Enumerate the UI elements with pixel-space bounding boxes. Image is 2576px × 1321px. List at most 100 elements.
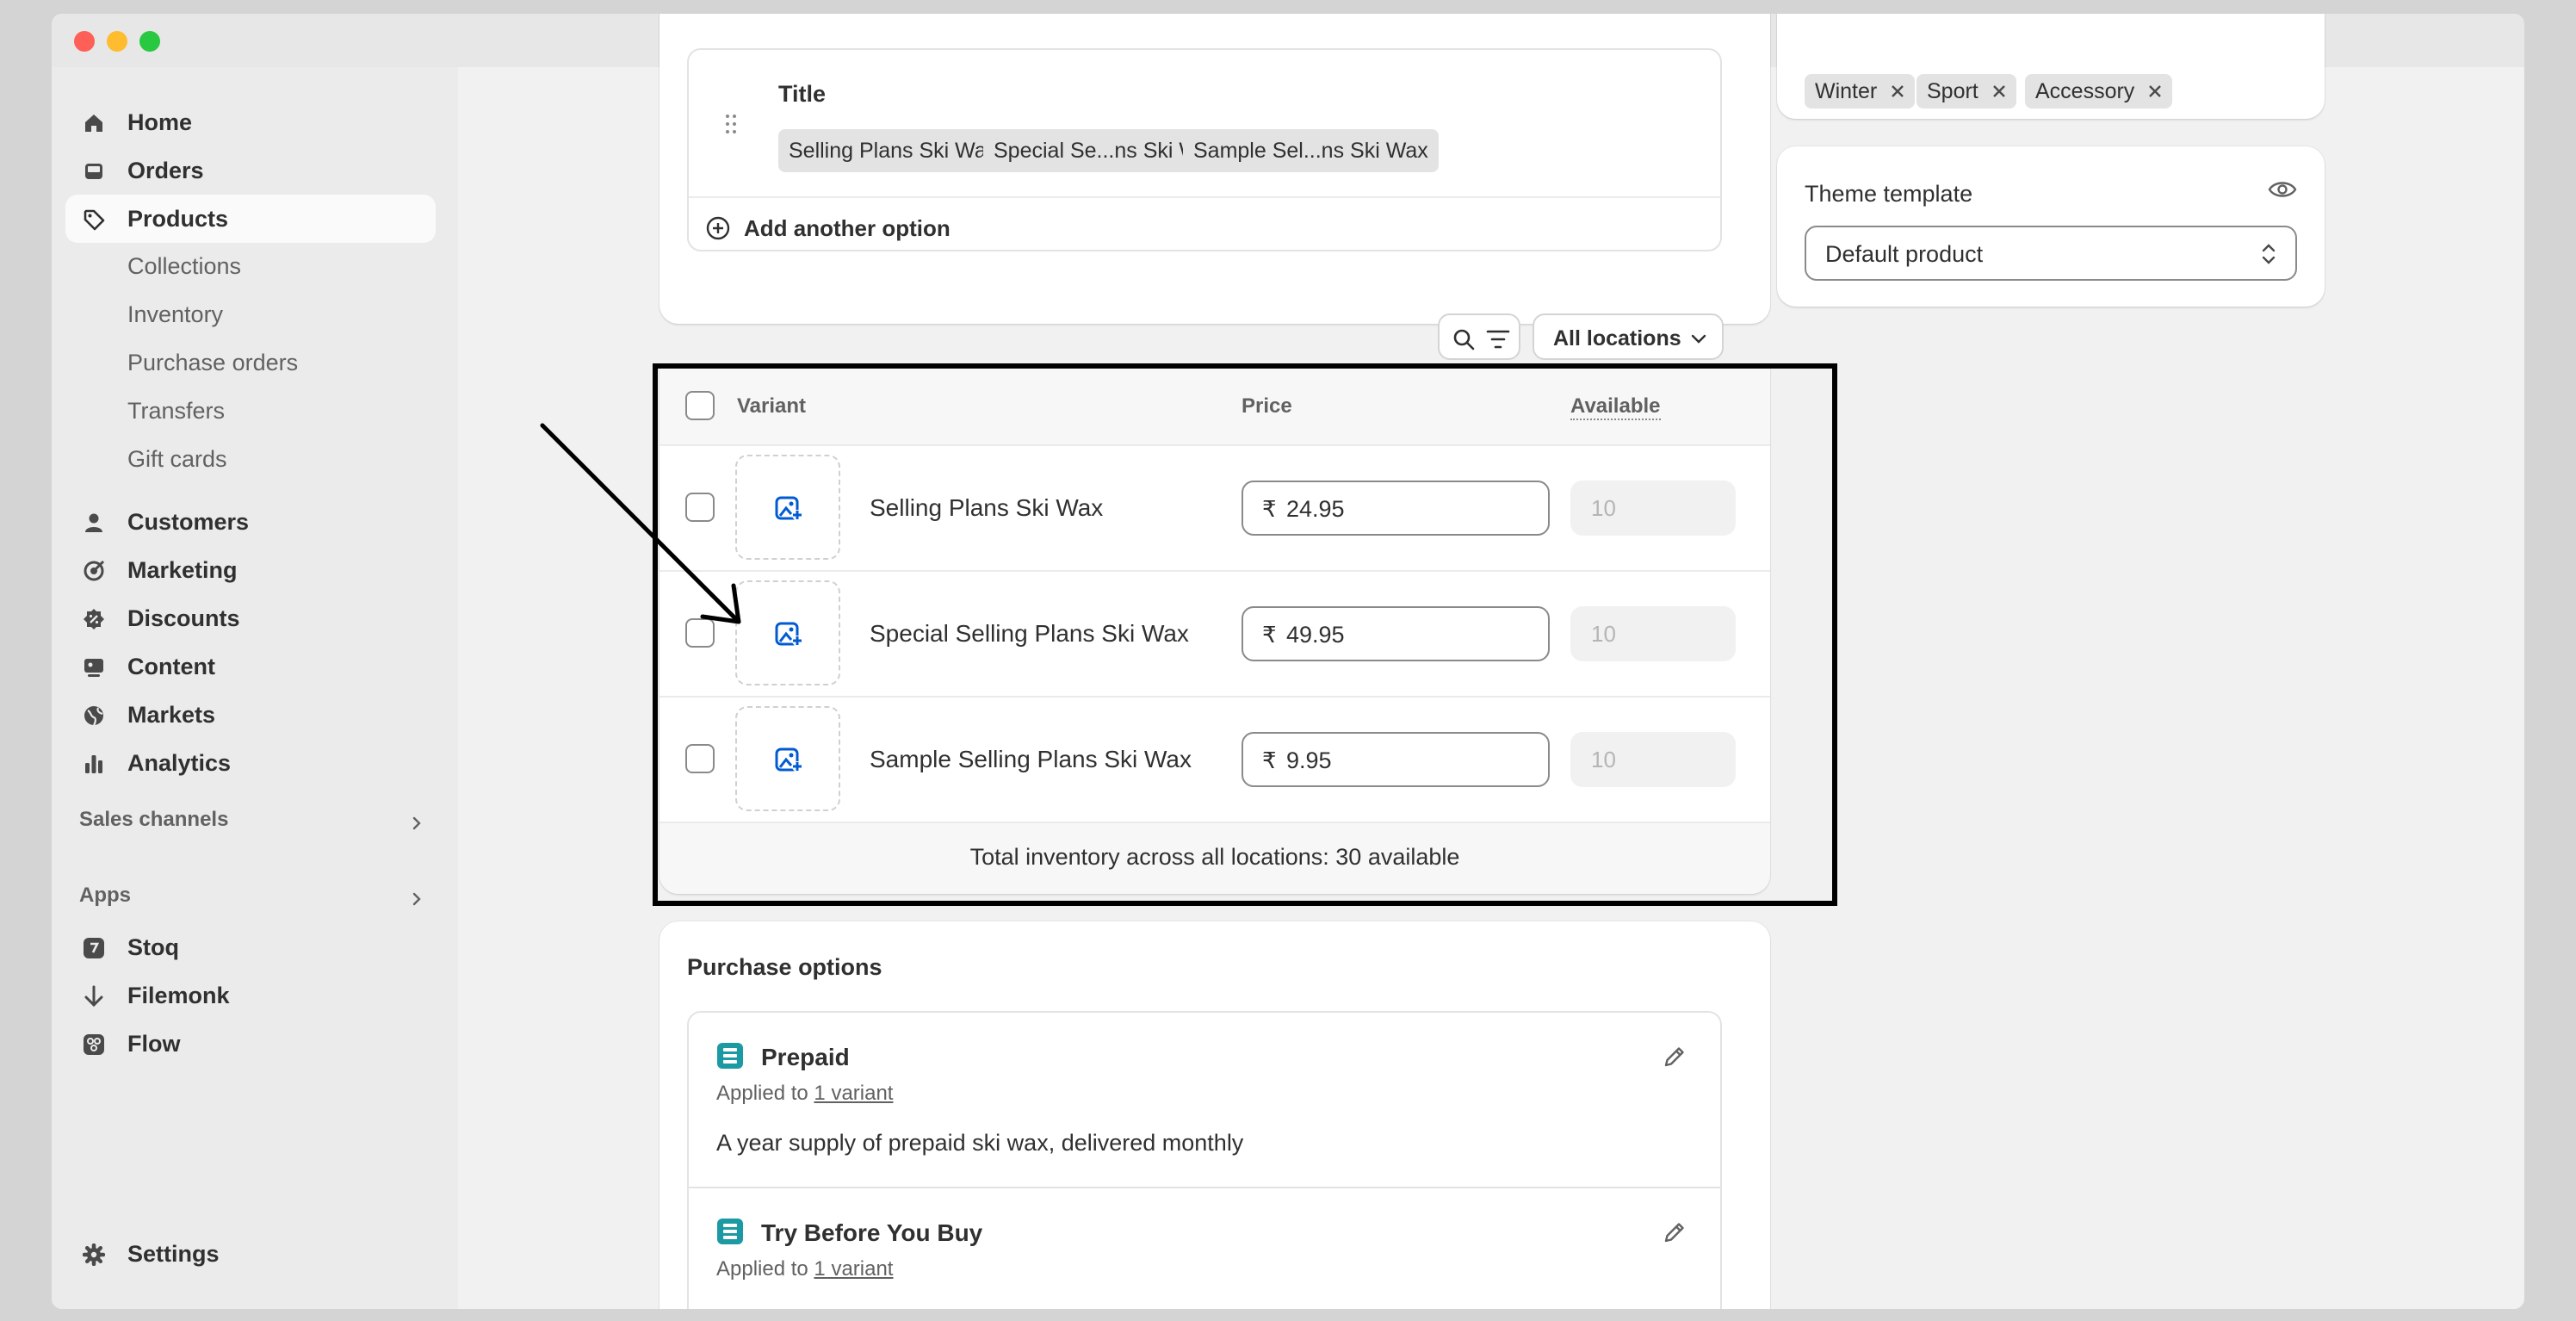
tag-chip[interactable]: Sport: [1917, 74, 2016, 109]
variants-card-top: Title Selling Plans Ski Wax Special Se..…: [659, 14, 1770, 324]
person-icon: [85, 513, 102, 532]
applied-variants-link[interactable]: 1 variant: [814, 1082, 893, 1105]
option-value-pill[interactable]: Selling Plans Ski Wax: [778, 129, 1008, 172]
row-checkbox[interactable]: [685, 744, 715, 773]
nav-orders[interactable]: Orders: [65, 146, 436, 195]
currency-symbol: ₹: [1262, 622, 1277, 648]
remove-tag-icon[interactable]: [1889, 83, 1906, 100]
nav-home[interactable]: Home: [65, 98, 436, 146]
sales-channels-label[interactable]: Sales channels: [79, 808, 228, 832]
nav-app-stoq[interactable]: Stoq: [65, 923, 436, 971]
table-row[interactable]: Special Selling Plans Ski Wax ₹ 49.95 10: [659, 572, 1770, 696]
nav-label: Home: [127, 109, 193, 135]
drag-handle-icon[interactable]: [725, 114, 737, 134]
add-image-icon: [775, 496, 802, 520]
nav-customers[interactable]: Customers: [65, 498, 436, 546]
tags-card: Winter Sport Accessory: [1777, 14, 2325, 119]
nav-products[interactable]: Products: [65, 195, 436, 243]
nav-marketing[interactable]: Marketing: [65, 546, 436, 594]
variants-table: Variant Price Available Selling Plans Sk…: [659, 365, 1770, 894]
stoq-icon: [84, 938, 104, 958]
location-select[interactable]: All locations: [1533, 313, 1724, 360]
header-variant[interactable]: Variant: [737, 394, 806, 419]
add-image-icon: [775, 622, 802, 646]
subnav-purchase-orders[interactable]: Purchase orders: [127, 350, 298, 376]
nav-markets[interactable]: Markets: [65, 691, 436, 739]
selling-plan-icon: [717, 1219, 743, 1244]
option-value-pill[interactable]: Sample Sel...ns Ski Wax: [1183, 129, 1439, 172]
subnav-gift-cards[interactable]: Gift cards: [127, 446, 227, 473]
filter-icon: [1486, 330, 1510, 349]
header-available[interactable]: Available: [1570, 394, 1661, 420]
chevron-right-icon[interactable]: [408, 890, 425, 908]
plan-applied: Applied to 1 variant: [716, 1082, 893, 1106]
theme-template-select[interactable]: Default product: [1805, 226, 2297, 281]
nav-label: Content: [127, 653, 215, 679]
add-image-icon: [775, 747, 802, 772]
inbox-icon: [85, 164, 102, 179]
edit-pencil-icon[interactable]: [1662, 1219, 1687, 1245]
add-image-button[interactable]: [735, 706, 840, 811]
nav-label: Filemonk: [127, 982, 230, 1008]
nav-discounts[interactable]: Discounts: [65, 594, 436, 642]
tag-label: Sport: [1927, 79, 1978, 103]
plan-applied: Applied to 1 variant: [716, 1257, 893, 1281]
option-box: Title Selling Plans Ski Wax Special Se..…: [687, 48, 1722, 251]
theme-template-label: Theme template: [1805, 181, 1973, 207]
table-footer: Total inventory across all locations: 30…: [659, 823, 1770, 894]
subnav-inventory[interactable]: Inventory: [127, 301, 223, 328]
target-icon: [84, 560, 105, 581]
nav-label: Products: [127, 205, 229, 232]
nav-content[interactable]: Content: [65, 642, 436, 691]
nav-label: Stoq: [127, 933, 179, 960]
price-input[interactable]: ₹ 49.95: [1242, 606, 1550, 661]
nav-analytics[interactable]: Analytics: [65, 739, 436, 787]
plan-name: Prepaid: [761, 1044, 850, 1070]
plan-name: Try Before You Buy: [761, 1219, 983, 1246]
table-row[interactable]: Selling Plans Ski Wax ₹ 24.95 10: [659, 446, 1770, 570]
search-filter-button[interactable]: [1438, 313, 1520, 360]
divider: [689, 1187, 1720, 1188]
available-value: 10: [1591, 621, 1616, 647]
add-option-label: Add another option: [744, 214, 951, 241]
price-value: 24.95: [1286, 496, 1345, 522]
select-all-checkbox[interactable]: [685, 391, 715, 420]
subnav-collections[interactable]: Collections: [127, 253, 241, 280]
add-another-option-button[interactable]: Add another option: [706, 207, 951, 250]
tag-chip[interactable]: Accessory: [2025, 74, 2173, 109]
remove-tag-icon[interactable]: [1991, 83, 2008, 100]
variant-name: Sample Selling Plans Ski Wax: [870, 746, 1192, 772]
currency-symbol: ₹: [1262, 747, 1277, 773]
tag-label: Accessory: [2035, 79, 2135, 103]
applied-variants-link[interactable]: 1 variant: [814, 1257, 893, 1281]
header-price: Price: [1242, 394, 1292, 418]
table-row[interactable]: Sample Selling Plans Ski Wax ₹ 9.95 10: [659, 698, 1770, 822]
price-input[interactable]: ₹ 24.95: [1242, 481, 1550, 536]
close-window-button[interactable]: [74, 31, 95, 52]
maximize-window-button[interactable]: [139, 31, 160, 52]
tag-chip[interactable]: Winter: [1805, 74, 1916, 109]
nav-label: Settings: [127, 1240, 220, 1267]
remove-tag-icon[interactable]: [2146, 83, 2164, 100]
nav-app-filemonk[interactable]: Filemonk: [65, 971, 436, 1020]
table-header: Variant Price Available: [659, 365, 1770, 444]
chevron-right-icon[interactable]: [408, 815, 425, 832]
sidebar: Home Orders Products Collections Invento…: [52, 67, 458, 1309]
annotation-arrow-icon: [540, 423, 741, 624]
price-input[interactable]: ₹ 9.95: [1242, 732, 1550, 787]
purchase-options-title: Purchase options: [687, 954, 882, 980]
nav-settings[interactable]: Settings: [65, 1230, 436, 1278]
nav-app-flow[interactable]: Flow: [65, 1020, 436, 1068]
edit-pencil-icon[interactable]: [1662, 1044, 1687, 1070]
divider: [689, 196, 1720, 198]
available-input: 10: [1570, 732, 1736, 787]
globe-icon: [84, 706, 103, 726]
theme-template-value: Default product: [1825, 241, 1984, 267]
minimize-window-button[interactable]: [107, 31, 127, 52]
tag-label: Winter: [1815, 79, 1878, 103]
subnav-transfers[interactable]: Transfers: [127, 398, 225, 425]
eye-icon[interactable]: [2268, 179, 2297, 200]
location-select-label: All locations: [1553, 326, 1681, 350]
apps-label[interactable]: Apps: [79, 884, 131, 908]
nav-label: Discounts: [127, 605, 240, 631]
